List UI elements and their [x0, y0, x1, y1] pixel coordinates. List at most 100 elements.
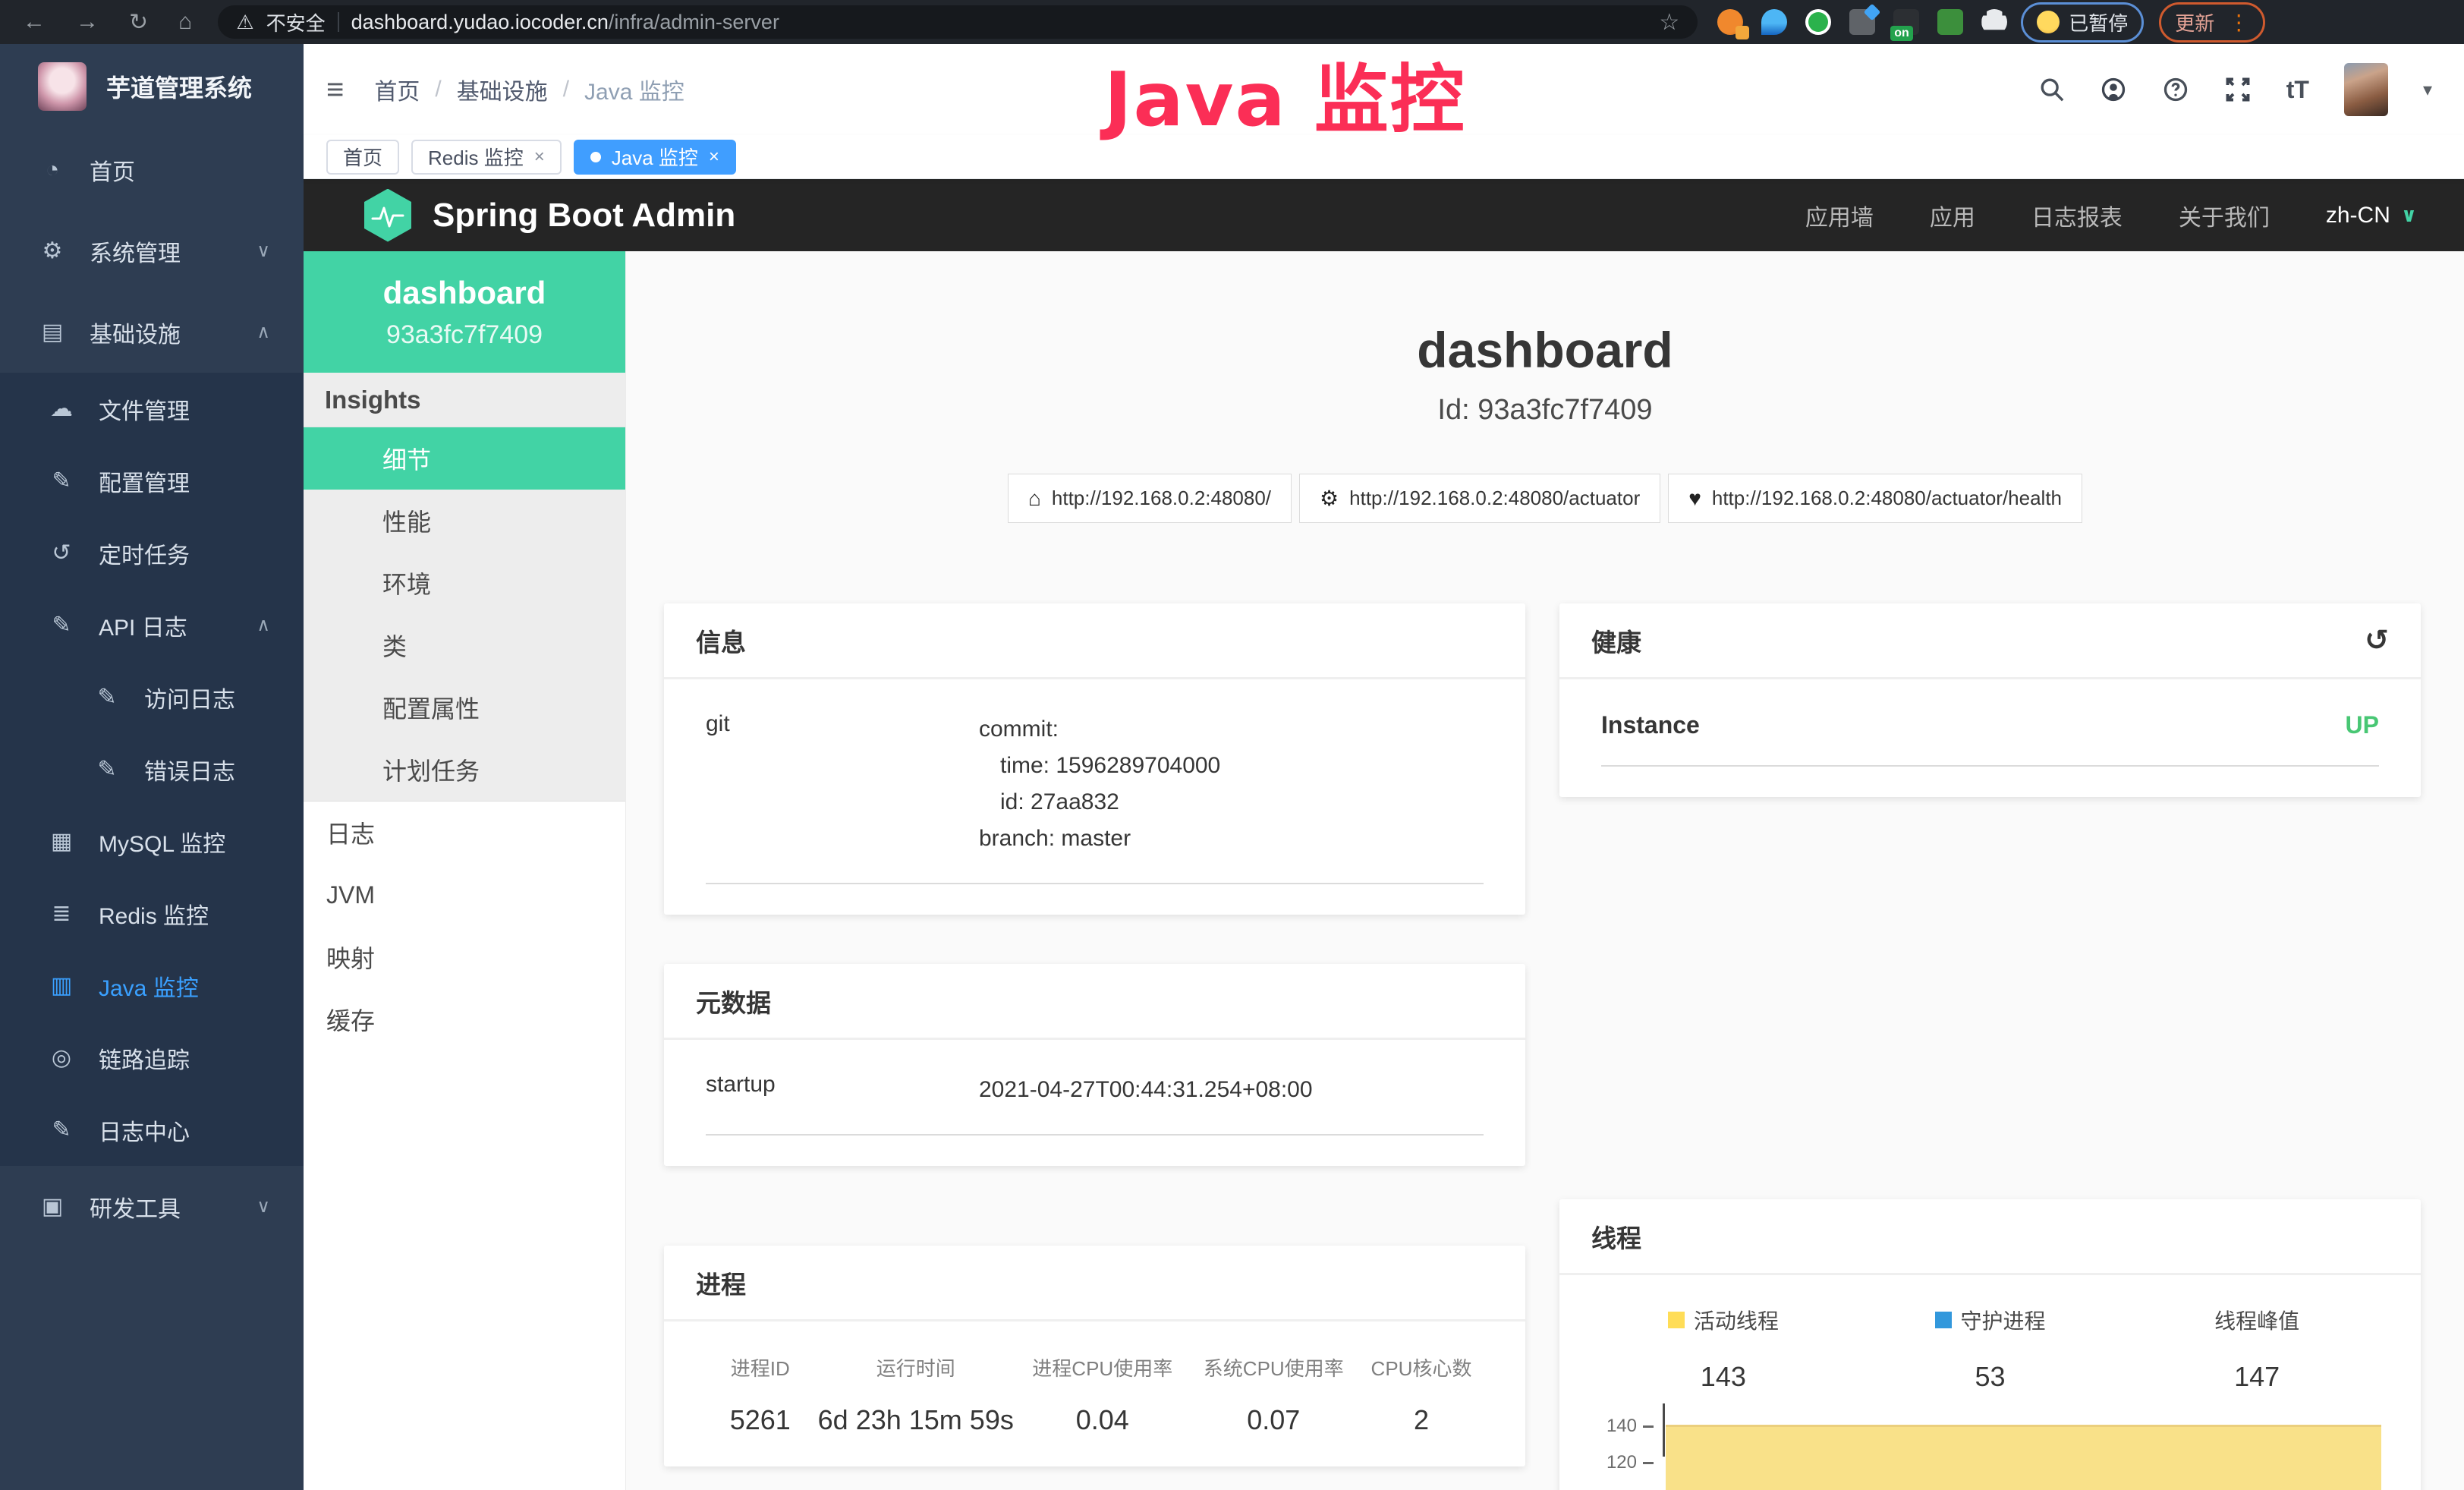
fullscreen-icon[interactable] — [2224, 76, 2252, 103]
breadcrumb-infra[interactable]: 基础设施 — [457, 73, 548, 106]
sba-item-jvm[interactable]: JVM — [304, 864, 625, 926]
extension-icon-camera[interactable] — [1937, 9, 1963, 35]
sidebar-item-infra[interactable]: ▤ 基础设施 ∧ — [0, 291, 304, 373]
help-icon[interactable] — [2162, 76, 2189, 103]
health-url-link[interactable]: ♥ http://192.168.0.2:48080/actuator/heal… — [1668, 474, 2082, 523]
sidebar-item-devtools[interactable]: ▣ 研发工具 ∨ — [0, 1166, 304, 1247]
tab-redis-monitor[interactable]: Redis 监控 × — [411, 140, 562, 175]
sidebar-item-error-log[interactable]: ✎ 错误日志 — [0, 733, 304, 805]
legend-label: 活动线程 — [1694, 1305, 1779, 1335]
sidebar-item-redis-monitor[interactable]: ≣ Redis 监控 — [0, 877, 304, 950]
sba-brand-title[interactable]: Spring Boot Admin — [433, 197, 735, 235]
extension-icon-pin[interactable] — [1761, 9, 1787, 35]
chevron-up-icon: ∧ — [256, 321, 270, 343]
instance-header[interactable]: dashboard 93a3fc7f7409 — [304, 251, 625, 373]
health-instance-label[interactable]: Instance — [1601, 711, 1700, 739]
sba-nav-applications[interactable]: 应用 — [1930, 199, 1975, 232]
breadcrumb-current: Java 监控 — [584, 73, 684, 106]
sba-nav-about[interactable]: 关于我们 — [2179, 199, 2270, 232]
process-cpu-value: 0.04 — [1017, 1404, 1188, 1436]
sba-nav-journal[interactable]: 日志报表 — [2031, 199, 2123, 232]
url-host: dashboard.yudao.iocoder.cn — [351, 11, 609, 33]
paused-extension-badge[interactable]: 已暂停 — [2021, 2, 2144, 43]
url-path: /infra/admin-server — [609, 11, 779, 33]
github-icon[interactable] — [2100, 76, 2127, 103]
metadata-card-body: startup 2021-04-27T00:44:31.254+08:00 — [664, 1040, 1525, 1166]
col-process-cpu: 进程CPU使用率 — [1017, 1353, 1188, 1381]
forward-icon[interactable]: → — [76, 9, 99, 35]
sba-item-loggers[interactable]: 日志 — [304, 802, 625, 864]
sba-item-configprops[interactable]: 配置属性 — [304, 676, 625, 739]
sba-item-metrics[interactable]: 性能 — [304, 490, 625, 552]
chrome-update-button[interactable]: 更新 ⋮ — [2159, 2, 2265, 43]
sidebar-item-log-center[interactable]: ✎ 日志中心 — [0, 1094, 304, 1166]
text-size-icon[interactable]: tT — [2286, 76, 2309, 104]
address-bar[interactable]: ⚠ 不安全 dashboard.yudao.iocoder.cn/infra/a… — [218, 5, 1698, 39]
sidebar-item-home[interactable]: ◔ 首页 — [0, 129, 304, 210]
not-secure-label[interactable]: 不安全 — [266, 8, 326, 36]
tab-home[interactable]: 首页 — [326, 140, 399, 175]
sba-item-details[interactable]: 细节 — [304, 427, 625, 490]
search-icon[interactable] — [2039, 77, 2065, 102]
sidebar-fold-icon[interactable]: ≡ — [326, 73, 344, 107]
browser-menu-icon[interactable]: ⋮ — [2228, 10, 2249, 35]
breadcrumb-home[interactable]: 首页 — [374, 73, 420, 106]
sba-item-environment[interactable]: 环境 — [304, 552, 625, 614]
close-icon[interactable]: × — [709, 146, 719, 168]
y-tick-140: 140 — [1590, 1416, 1654, 1437]
back-icon[interactable]: ← — [23, 9, 46, 35]
extension-icon-orange[interactable] — [1717, 9, 1743, 35]
sidebar-item-api-log[interactable]: ✎ API 日志 ∧ — [0, 589, 304, 661]
git-branch-line: branch: master — [979, 821, 1220, 857]
git-commit-line: commit: — [979, 711, 1220, 748]
actuator-url-link[interactable]: ⚙ http://192.168.0.2:48080/actuator — [1299, 474, 1660, 523]
tab-java-monitor[interactable]: Java 监控 × — [574, 140, 736, 175]
process-table-header: 进程ID 运行时间 进程CPU使用率 系统CPU使用率 CPU核心数 — [706, 1353, 1484, 1381]
sidebar-item-config-manage[interactable]: ✎ 配置管理 — [0, 445, 304, 517]
sidebar-item-tracing[interactable]: ◎ 链路追踪 — [0, 1022, 304, 1094]
sidebar-item-label: Java 监控 — [99, 969, 199, 1003]
app-sidebar: 芋道管理系统 ◔ 首页 ⚙ 系统管理 ∨ ▤ 基础设施 ∧ ☁ 文件管理 — [0, 44, 304, 1490]
sidebar-item-label: 基础设施 — [90, 316, 181, 349]
extension-icon-green-y[interactable] — [1805, 9, 1831, 35]
bookmark-star-icon[interactable]: ☆ — [1659, 9, 1679, 36]
sba-item-caches[interactable]: 缓存 — [304, 988, 625, 1051]
home-icon[interactable]: ⌂ — [178, 9, 192, 35]
sba-item-classes[interactable]: 类 — [304, 614, 625, 676]
sidebar-item-scheduled-job[interactable]: ↺ 定时任务 — [0, 517, 304, 589]
health-card-body: Instance UP — [1559, 679, 2421, 797]
sba-nav-wallboard[interactable]: 应用墙 — [1805, 199, 1874, 232]
live-threads-area — [1666, 1425, 2381, 1490]
app-logo[interactable]: 芋道管理系统 — [0, 44, 304, 129]
extension-icon-grid[interactable] — [1849, 9, 1875, 35]
sidebar-item-access-log[interactable]: ✎ 访问日志 — [0, 661, 304, 733]
app-title: 芋道管理系统 — [106, 69, 252, 104]
page-url[interactable]: dashboard.yudao.iocoder.cn/infra/admin-s… — [351, 11, 779, 34]
reload-icon[interactable]: ↻ — [129, 9, 148, 36]
extensions-puzzle-icon[interactable] — [1981, 9, 2007, 35]
sidebar-item-label: 访问日志 — [144, 681, 235, 714]
process-table-values: 5261 6d 23h 15m 59s 0.04 0.07 2 — [706, 1404, 1484, 1436]
sidebar-item-file-manage[interactable]: ☁ 文件管理 — [0, 373, 304, 445]
not-secure-warning-icon[interactable]: ⚠ — [236, 11, 253, 34]
sidebar-item-system[interactable]: ⚙ 系统管理 ∨ — [0, 210, 304, 291]
annotation-java-monitor: Java 监控 — [1104, 39, 1466, 147]
pid-value: 5261 — [706, 1404, 815, 1436]
daemon-threads-value: 53 — [1857, 1361, 2124, 1393]
spring-boot-admin-logo[interactable] — [364, 189, 411, 242]
update-label: 更新 — [2175, 8, 2214, 36]
history-icon[interactable]: ↺ — [2365, 623, 2389, 657]
sidebar-item-java-monitor[interactable]: ▥ Java 监控 — [0, 950, 304, 1022]
sba-item-mappings[interactable]: 映射 — [304, 926, 625, 988]
avatar-caret-icon[interactable]: ▾ — [2423, 79, 2432, 101]
language-selector[interactable]: zh-CN ∨ — [2326, 203, 2417, 228]
legend-live-threads: 活动线程 — [1590, 1305, 1857, 1335]
user-avatar[interactable] — [2344, 63, 2388, 116]
legend-daemon-threads: 守护进程 — [1857, 1305, 2124, 1335]
row-divider — [706, 883, 1484, 884]
extension-icon-switch[interactable]: on — [1893, 9, 1919, 35]
service-url-link[interactable]: ⌂ http://192.168.0.2:48080/ — [1008, 474, 1292, 523]
close-icon[interactable]: × — [534, 146, 545, 168]
sba-item-scheduledtasks[interactable]: 计划任务 — [304, 739, 625, 801]
sidebar-item-mysql-monitor[interactable]: ▦ MySQL 监控 — [0, 805, 304, 877]
